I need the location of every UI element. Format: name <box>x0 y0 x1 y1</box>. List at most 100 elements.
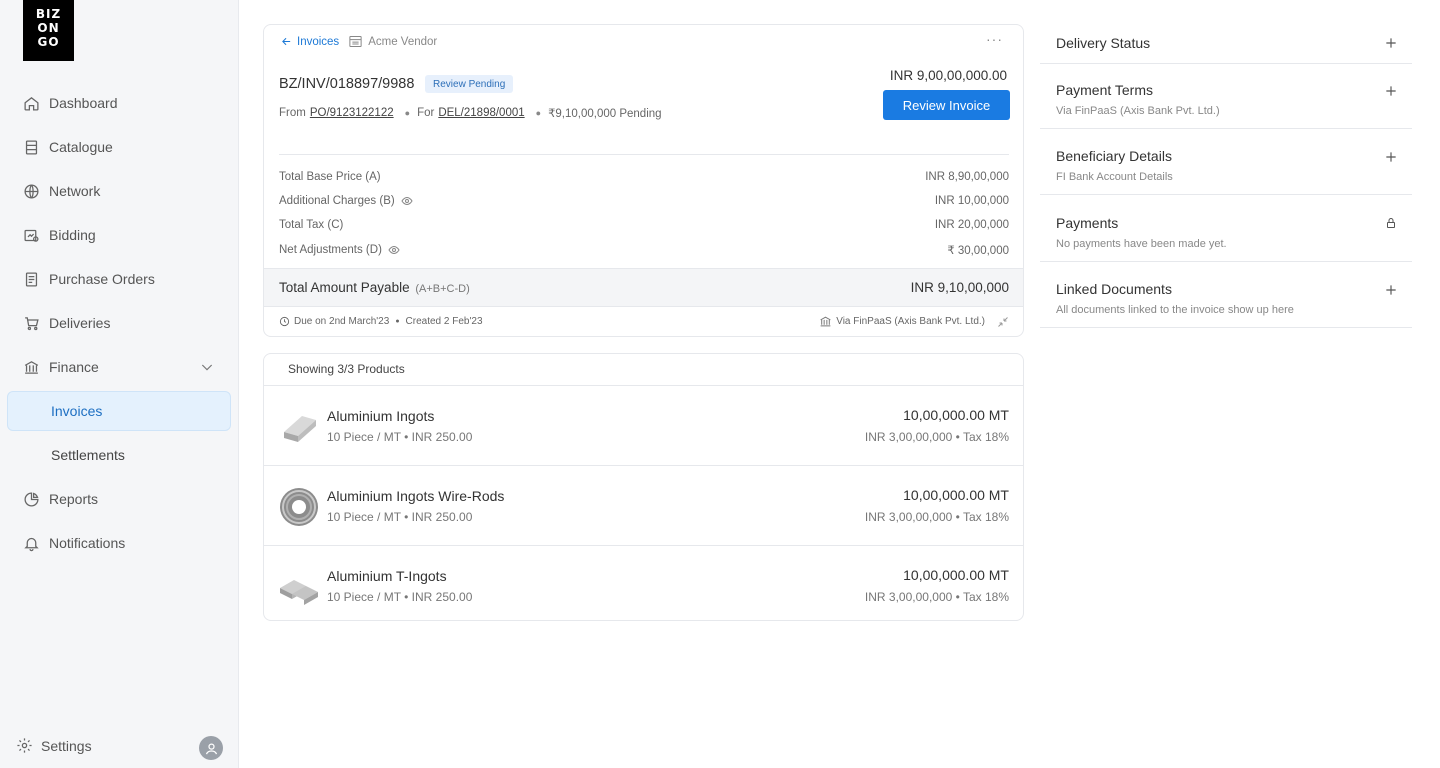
sidebar-item-notifications[interactable]: Notifications <box>22 531 125 555</box>
store-icon <box>349 36 362 47</box>
plus-icon[interactable] <box>1384 36 1398 50</box>
product-qty: 10,00,000.00 MT <box>903 407 1009 423</box>
chevron-down-icon[interactable] <box>199 359 215 375</box>
breadcrumb: Invoices Acme Vendor <box>281 34 437 49</box>
product-desc: 10 Piece / MT • INR 250.00 <box>327 590 473 604</box>
plus-icon[interactable] <box>1384 283 1398 297</box>
invoice-number: BZ/INV/018897/9988 <box>279 76 415 92</box>
invoice-amount: INR 9,00,00,000.00 <box>889 68 1007 83</box>
invoice-references: From PO/9123122122 ● For DEL/21898/0001 … <box>279 107 662 120</box>
home-icon <box>22 94 40 112</box>
bank-icon <box>820 316 831 327</box>
panel-subtitle: Via FinPaaS (Axis Bank Pvt. Ltd.) <box>1056 105 1220 117</box>
sidebar-item-settlements[interactable]: Settlements <box>51 443 125 467</box>
product-price: INR 3,00,00,000 • Tax 18% <box>864 590 1009 604</box>
product-name: Aluminium T-Ingots <box>327 568 447 584</box>
line-item-base-price: Total Base Price (A) INR 8,90,00,000 <box>279 171 1009 183</box>
bank-icon <box>22 358 40 376</box>
collapse-icon[interactable] <box>997 316 1009 328</box>
panel-title: Delivery Status <box>1056 35 1151 51</box>
products-count: Showing 3/3 Products <box>264 354 1023 386</box>
sidebar-item-label: Finance <box>49 359 99 375</box>
wire-rod-coil-image <box>280 488 318 526</box>
sidebar-item-label: Purchase Orders <box>49 271 155 287</box>
sidebar-item-label: Bidding <box>49 227 96 243</box>
panel-title: Payment Terms <box>1056 82 1153 98</box>
panel-delivery-status[interactable]: Delivery Status <box>1040 22 1412 64</box>
lock-icon <box>1387 218 1395 228</box>
sidebar-item-invoices[interactable]: Invoices <box>51 399 102 423</box>
product-price: INR 3,00,00,000 • Tax 18% <box>864 510 1009 524</box>
aluminium-ingot-image <box>284 416 316 442</box>
status-badge: Review Pending <box>425 75 514 93</box>
line-item-total-tax: Total Tax (C) INR 20,00,000 <box>279 219 1009 231</box>
product-desc: 10 Piece / MT • INR 250.00 <box>327 510 473 524</box>
avatar[interactable] <box>199 736 223 760</box>
sidebar-item-finance[interactable]: Finance <box>22 355 99 379</box>
total-amount-payable: Total Amount Payable (A+B+C-D) INR 9,10,… <box>264 268 1023 307</box>
products-card: Showing 3/3 Products Aluminium Ingots 10… <box>263 353 1024 621</box>
sidebar-item-label: Dashboard <box>49 95 118 111</box>
panel-title: Beneficiary Details <box>1056 148 1172 164</box>
gear-icon <box>16 737 33 754</box>
panel-subtitle: All documents linked to the invoice show… <box>1056 304 1294 316</box>
sidebar-item-reports[interactable]: Reports <box>22 487 98 511</box>
eye-icon[interactable] <box>388 244 400 256</box>
panel-payment-terms[interactable]: Payment Terms Via FinPaaS (Axis Bank Pvt… <box>1040 64 1412 129</box>
invoice-footer: Due on 2nd March'23 ● Created 2 Feb'23 V… <box>279 315 1009 328</box>
sidebar-item-label: Catalogue <box>49 139 113 155</box>
divider <box>279 154 1009 155</box>
panel-title: Linked Documents <box>1056 281 1172 297</box>
t-ingot-image <box>280 580 318 605</box>
panel-subtitle: No payments have been made yet. <box>1056 238 1227 250</box>
sidebar-item-purchase-orders[interactable]: Purchase Orders <box>22 267 155 291</box>
settings-label: Settings <box>41 737 92 754</box>
bell-icon <box>22 534 40 552</box>
sidebar-item-deliveries[interactable]: Deliveries <box>22 311 110 335</box>
active-nav-highlight <box>7 391 231 431</box>
delivery-link[interactable]: DEL/21898/0001 <box>438 107 524 119</box>
sidebar-item-dashboard[interactable]: Dashboard <box>22 91 118 115</box>
list-item[interactable]: Aluminium Ingots 10 Piece / MT • INR 250… <box>264 386 1023 466</box>
sidebar-item-label: Notifications <box>49 535 126 551</box>
product-qty: 10,00,000.00 MT <box>903 487 1009 503</box>
cart-icon <box>22 314 40 332</box>
total-amount-value: INR 9,10,00,000 <box>910 280 1009 295</box>
panel-payments[interactable]: Payments No payments have been made yet. <box>1040 195 1412 262</box>
review-invoice-button[interactable]: Review Invoice <box>883 90 1010 120</box>
sidebar-item-label: Network <box>49 183 101 199</box>
back-to-invoices-link[interactable]: Invoices <box>281 36 339 48</box>
sidebar-item-network[interactable]: Network <box>22 179 100 203</box>
sidebar-item-label: Deliveries <box>49 315 111 331</box>
user-icon <box>205 743 217 754</box>
catalogue-icon <box>22 138 40 156</box>
panel-title: Payments <box>1056 215 1119 231</box>
globe-icon <box>22 182 40 200</box>
product-name: Aluminium Ingots Wire-Rods <box>327 488 505 504</box>
product-price: INR 3,00,00,000 • Tax 18% <box>864 430 1009 444</box>
product-name: Aluminium Ingots <box>327 408 435 424</box>
eye-icon[interactable] <box>401 195 413 207</box>
pending-amount: ₹9,10,00,000 Pending <box>548 108 662 120</box>
vendor-name: Acme Vendor <box>368 35 438 48</box>
sidebar-item-bidding[interactable]: Bidding <box>22 223 96 247</box>
panel-linked-documents[interactable]: Linked Documents All documents linked to… <box>1040 262 1412 328</box>
plus-icon[interactable] <box>1384 84 1398 98</box>
plus-icon[interactable] <box>1384 150 1398 164</box>
panel-subtitle: FI Bank Account Details <box>1056 171 1173 183</box>
payment-via: Via FinPaaS (Axis Bank Pvt. Ltd.) <box>836 316 985 327</box>
bidding-icon <box>22 226 40 244</box>
list-item[interactable]: Aluminium Ingots Wire-Rods 10 Piece / MT… <box>264 466 1023 546</box>
po-link[interactable]: PO/9123122122 <box>310 107 394 119</box>
document-icon <box>22 270 40 288</box>
sidebar-item-catalogue[interactable]: Catalogue <box>22 135 113 159</box>
list-item[interactable]: Aluminium T-Ingots 10 Piece / MT • INR 2… <box>264 546 1023 620</box>
sidebar-item-settings[interactable]: Settings <box>16 737 92 754</box>
product-desc: 10 Piece / MT • INR 250.00 <box>327 430 473 444</box>
sidebar-item-label: Reports <box>49 491 99 507</box>
created-date: Created 2 Feb'23 <box>405 316 483 327</box>
more-options-button[interactable]: ··· <box>986 31 1003 47</box>
panel-beneficiary-details[interactable]: Beneficiary Details FI Bank Account Deta… <box>1040 129 1412 195</box>
bizongo-logo[interactable]: BIZ ON GO <box>23 0 74 61</box>
due-date: Due on 2nd March'23 <box>294 316 390 327</box>
